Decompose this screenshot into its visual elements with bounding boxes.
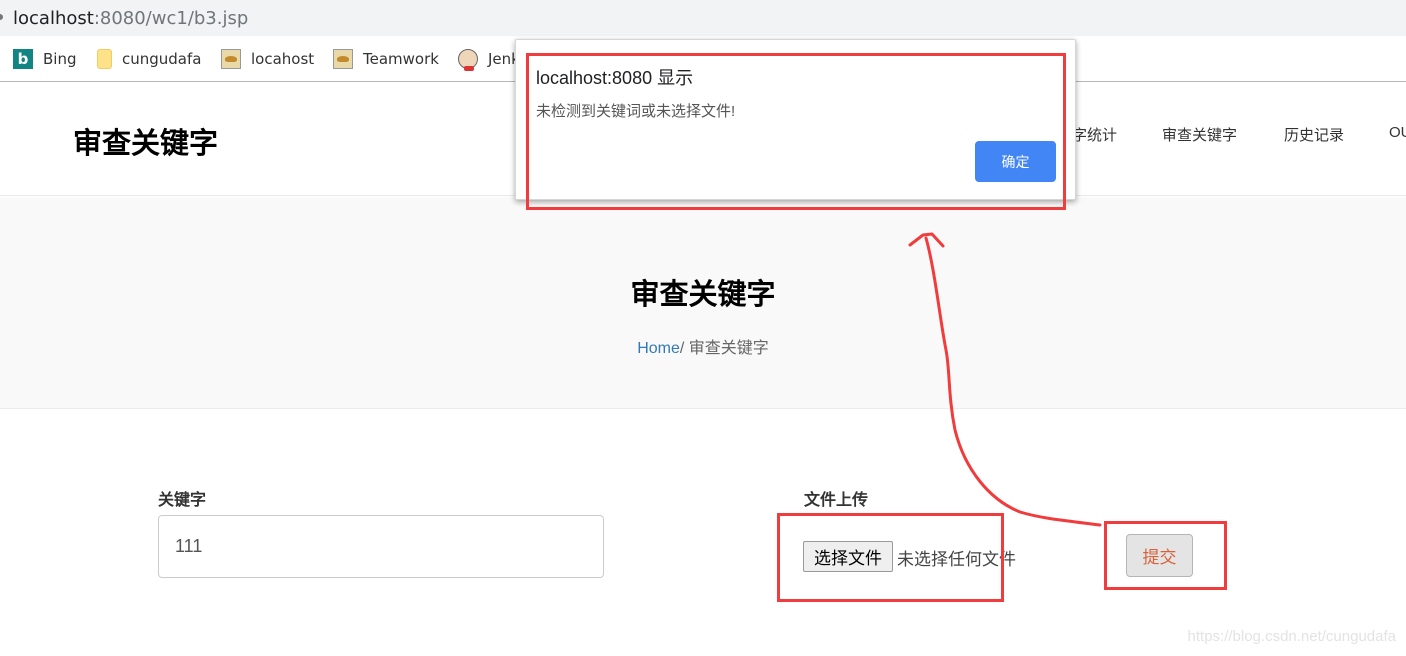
folder-icon <box>97 49 112 69</box>
jenkins-icon <box>458 49 478 71</box>
bookmark-label: cungudafa <box>122 50 202 68</box>
keyword-label: 关键字 <box>158 492 207 509</box>
url-path: :8080/wc1/b3.jsp <box>93 8 249 29</box>
bookmark-jenkins[interactable]: Jenk <box>458 49 520 71</box>
bing-icon: b <box>13 49 33 69</box>
annotation-box-submit <box>1104 521 1227 590</box>
site-logo[interactable]: 审查关键字 <box>73 120 218 162</box>
bookmark-teamwork[interactable]: Teamwork <box>333 49 439 69</box>
nav-item-ou[interactable]: OU <box>1389 124 1406 141</box>
bookmark-cungudafa[interactable]: cungudafa <box>97 49 201 69</box>
nav-item-history[interactable]: 历史记录 <box>1284 124 1344 145</box>
annotation-box-file <box>777 513 1004 602</box>
keyword-input[interactable] <box>158 515 604 578</box>
bookmark-locahost[interactable]: locahost <box>221 49 314 69</box>
bookmark-bing[interactable]: b Bing <box>13 49 77 69</box>
annotation-box-dialog <box>526 53 1066 210</box>
bookmark-label: Teamwork <box>363 50 439 68</box>
tomcat-icon <box>333 49 353 69</box>
nav-item-review-keywords[interactable]: 审查关键字 <box>1162 124 1237 145</box>
nav-item-statistics[interactable]: 字统计 <box>1072 124 1117 145</box>
breadcrumb: Home/ 审查关键字 <box>0 334 1406 358</box>
bookmark-label: Bing <box>43 50 77 68</box>
breadcrumb-current: 审查关键字 <box>684 340 769 357</box>
page-banner: 审查关键字 Home/ 审查关键字 <box>0 197 1406 409</box>
page-info-icon[interactable] <box>0 14 3 20</box>
file-upload-label: 文件上传 <box>804 492 869 509</box>
bookmark-label: locahost <box>251 50 315 68</box>
breadcrumb-home-link[interactable]: Home <box>637 340 680 357</box>
tomcat-icon <box>221 49 241 69</box>
page-title: 审查关键字 <box>630 279 776 311</box>
watermark: https://blog.csdn.net/cungudafa <box>1187 628 1396 645</box>
url-text[interactable]: localhost:8080/wc1/b3.jsp <box>13 8 248 29</box>
url-host: localhost <box>13 8 94 29</box>
address-bar[interactable]: localhost:8080/wc1/b3.jsp <box>0 0 1406 36</box>
